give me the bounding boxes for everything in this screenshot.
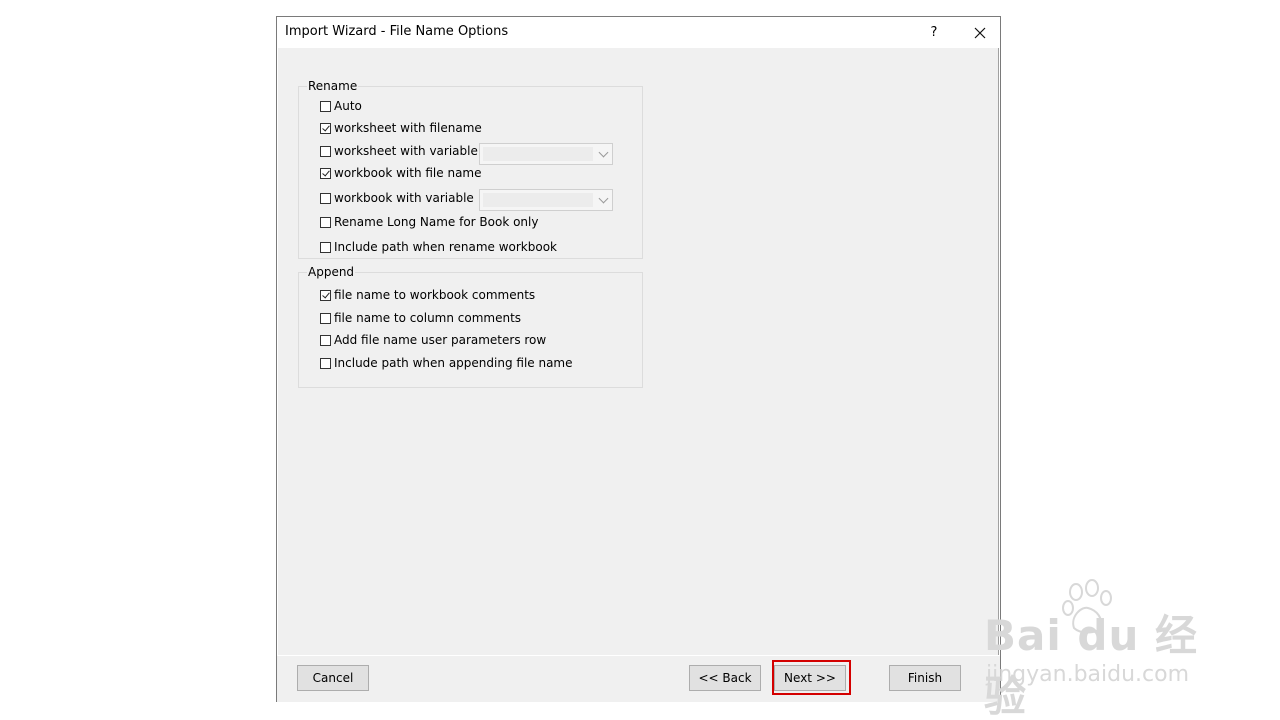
checkbox-row-worksheet-variable[interactable]: worksheet with variable [320,143,478,159]
rename-group: Rename Auto worksheet with filename work… [298,79,643,259]
worksheet-variable-value [483,147,593,161]
checkbox-worksheet-filename-label: worksheet with filename [334,121,482,135]
dialog-footer: Cancel << Back Next >> Finish [277,656,1000,702]
checkbox-row-include-path-rename[interactable]: Include path when rename workbook [320,239,557,255]
checkbox-auto-label: Auto [334,99,362,113]
checkbox-row-rename-long-name[interactable]: Rename Long Name for Book only [320,214,538,230]
checkbox-workbook-variable-label: workbook with variable [334,191,474,205]
close-button[interactable] [963,21,997,45]
cancel-button[interactable]: Cancel [297,665,369,691]
checkbox-worksheet-variable[interactable] [320,145,331,157]
checkbox-workbook-filename-label: workbook with file name [334,166,482,180]
chevron-down-icon [598,193,609,204]
checkbox-row-column-comments[interactable]: file name to column comments [320,310,521,326]
checkbox-worksheet-variable-label: worksheet with variable [334,144,478,158]
finish-button[interactable]: Finish [889,665,961,691]
watermark-url-text: jingyan.baidu.com [986,662,1190,687]
checkbox-user-parameters-label: Add file name user parameters row [334,333,547,347]
checkbox-row-worksheet-filename[interactable]: worksheet with filename [320,120,482,136]
checkbox-workbook-comments-label: file name to workbook comments [334,288,536,302]
import-wizard-dialog: Import Wizard - File Name Options ? Rena… [276,16,1001,702]
checkbox-rename-long-name-label: Rename Long Name for Book only [334,215,539,229]
close-icon [974,27,986,39]
checkbox-row-user-parameters[interactable]: Add file name user parameters row [320,332,546,348]
back-button[interactable]: << Back [689,665,761,691]
checkbox-workbook-variable[interactable] [320,192,331,204]
checkbox-row-include-path-append[interactable]: Include path when appending file name [320,355,573,371]
title-bar: Import Wizard - File Name Options ? [277,17,1000,48]
checkbox-workbook-comments[interactable] [320,289,331,301]
worksheet-variable-dropdown[interactable] [479,143,613,165]
help-button[interactable]: ? [917,21,951,45]
checkbox-workbook-filename[interactable] [320,167,331,179]
checkbox-row-workbook-comments[interactable]: file name to workbook comments [320,287,535,303]
append-group: Append file name to workbook comments fi… [298,265,643,388]
checkbox-auto[interactable] [320,100,331,112]
dialog-title: Import Wizard - File Name Options [285,24,509,39]
baidu-watermark: Bai du 经验 jingyan.baidu.com [980,578,1220,720]
checkbox-row-workbook-variable[interactable]: workbook with variable [320,190,474,206]
checkbox-row-auto[interactable]: Auto [320,98,362,114]
workbook-variable-value [483,193,593,207]
checkbox-column-comments[interactable] [320,312,331,324]
checkbox-column-comments-label: file name to column comments [334,311,522,325]
dialog-body: Rename Auto worksheet with filename work… [278,48,999,655]
checkbox-include-path-append-label: Include path when appending file name [334,356,573,370]
checkbox-row-workbook-filename[interactable]: workbook with file name [320,165,482,181]
chevron-down-icon [598,147,609,158]
workbook-variable-dropdown[interactable] [479,189,613,211]
next-button-highlight [772,660,851,695]
checkbox-rename-long-name[interactable] [320,216,331,228]
checkbox-include-path-rename[interactable] [320,241,331,253]
checkbox-worksheet-filename[interactable] [320,122,331,134]
append-group-label: Append [307,265,356,279]
checkbox-include-path-append[interactable] [320,357,331,369]
rename-group-label: Rename [307,79,359,93]
watermark-logo-text: Bai du 经验 [984,611,1198,720]
checkbox-include-path-rename-label: Include path when rename workbook [334,240,558,254]
checkbox-user-parameters[interactable] [320,334,331,346]
